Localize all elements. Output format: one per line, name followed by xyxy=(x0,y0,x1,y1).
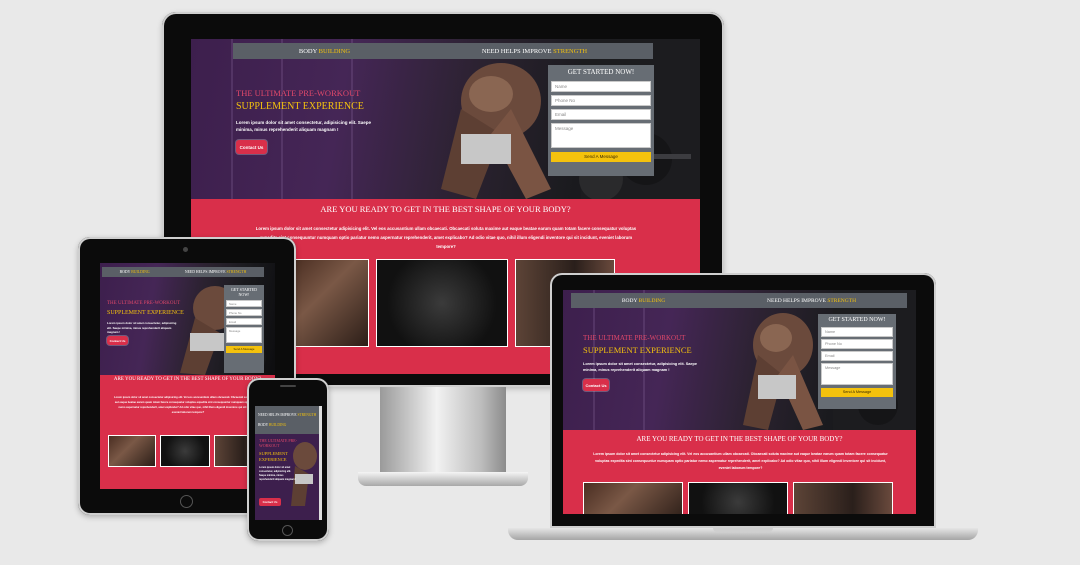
signup-form: GET STARTED NOW! Name Phone No Email Mes… xyxy=(548,65,654,176)
phone-home-button[interactable] xyxy=(282,525,293,536)
hero-subtext: Lorem ipsum dolor sit amet consectetur, … xyxy=(236,120,372,132)
top-nav: BODY BUILDING NEED HELPS IMPROVE STRENGT… xyxy=(571,293,907,308)
nav-tagline[interactable]: NEED HELPS IMPROVE STRENGTH xyxy=(258,410,319,420)
send-message-button[interactable]: Send A Message xyxy=(551,152,651,162)
hero-section: BODY BUILDING NEED HELPS IMPROVE STRENGT… xyxy=(100,263,275,375)
phone-field[interactable]: Phone No xyxy=(821,339,893,349)
nav-brand[interactable]: BODY BUILDING xyxy=(299,48,350,55)
phone-field[interactable]: Phone No xyxy=(226,309,262,316)
gallery-thumb-1[interactable] xyxy=(583,482,683,514)
gallery-thumb-2[interactable] xyxy=(160,435,210,467)
hero-headline-line1: THE ULTIMATE PRE-WORKOUT xyxy=(236,88,361,98)
hero-headline-line2: SUPPLEMENT EXPERIENCE xyxy=(107,310,184,316)
hero-headline-line1: THE ULTIMATE PRE-WORKOUT xyxy=(107,301,181,306)
hero-section: BODY BUILDING NEED HELPS IMPROVE STRENGT… xyxy=(563,290,916,430)
nav-brand[interactable]: BODY BUILDING xyxy=(622,298,665,304)
signup-form: GET STARTED NOW! Name Phone No Email Mes… xyxy=(818,314,896,409)
gallery-thumb-2[interactable] xyxy=(376,259,508,347)
form-title: GET STARTED NOW! xyxy=(828,317,886,323)
phone-field[interactable]: Phone No xyxy=(551,95,651,106)
nav-brand[interactable]: BODY BUILDING xyxy=(258,420,319,430)
laptop-notch xyxy=(713,528,773,532)
gallery-thumb-2[interactable] xyxy=(688,482,788,514)
contact-us-button[interactable]: Contact Us xyxy=(107,336,128,345)
hero-subtext: Lorem ipsum dolor sit amet consectetur, … xyxy=(259,466,297,481)
website: NEED HELPS IMPROVE STRENGTH BODY BUILDIN… xyxy=(255,406,322,520)
contact-us-button[interactable]: Contact Us xyxy=(583,379,609,391)
laptop: BODY BUILDING NEED HELPS IMPROVE STRENGT… xyxy=(508,273,978,545)
band-text: Lorem ipsum dolor sit amet consectetur a… xyxy=(114,396,262,414)
hero-headline-line2: SUPPLEMENT EXPERIENCE xyxy=(236,101,364,112)
hero-subtext: Lorem ipsum dolor sit amet consectetur, … xyxy=(107,321,177,334)
signup-form: GET STARTED NOW! Name Phone No Email Mes… xyxy=(224,285,264,373)
form-title: GET STARTED NOW! xyxy=(567,68,635,76)
message-field[interactable]: Message xyxy=(226,327,262,343)
name-field[interactable]: Name xyxy=(226,300,262,307)
contact-us-button[interactable]: Contact Us xyxy=(259,498,281,506)
top-nav: BODY BUILDING NEED HELPS IMPROVE STRENGT… xyxy=(102,267,264,277)
send-message-button[interactable]: Send A Message xyxy=(821,388,893,397)
email-field[interactable]: Email xyxy=(551,109,651,120)
send-message-button[interactable]: Send A Message xyxy=(226,346,262,353)
email-field[interactable]: Email xyxy=(821,351,893,361)
contact-us-button[interactable]: Contact Us xyxy=(236,140,267,154)
tablet-home-button[interactable] xyxy=(180,495,193,508)
top-nav: BODY BUILDING NEED HELPS IMPROVE STRENGT… xyxy=(233,43,653,59)
message-field[interactable]: Message xyxy=(551,123,651,148)
website: BODY BUILDING NEED HELPS IMPROVE STRENGT… xyxy=(563,290,916,514)
band-title: ARE YOU READY TO GET IN THE BEST SHAPE O… xyxy=(320,204,571,214)
phone-screen: NEED HELPS IMPROVE STRENGTH BODY BUILDIN… xyxy=(255,406,322,520)
scrollbar[interactable] xyxy=(319,406,322,520)
nav-tagline[interactable]: NEED HELPS IMPROVE STRENGTH xyxy=(767,298,856,304)
email-field[interactable]: Email xyxy=(226,318,262,325)
hero-headline-line1: THE ULTIMATE PRE-WORKOUT xyxy=(583,334,686,342)
tablet-camera xyxy=(183,247,188,252)
band-text: Lorem ipsum dolor sit amet consectetur a… xyxy=(593,452,888,470)
hero-headline-line1: THE ULTIMATE PRE-WORKOUT xyxy=(259,438,298,448)
nav-brand[interactable]: BODY BUILDING xyxy=(120,270,150,274)
smartphone: NEED HELPS IMPROVE STRENGTH BODY BUILDIN… xyxy=(247,378,329,541)
gallery-thumb-3[interactable] xyxy=(793,482,893,514)
gallery-thumb-1[interactable] xyxy=(108,435,156,467)
name-field[interactable]: Name xyxy=(551,81,651,92)
hero-subtext: Lorem ipsum dolor sit amet consectetur, … xyxy=(583,362,697,372)
hero-headline-line2: SUPPLEMENT EXPERIENCE xyxy=(259,451,288,462)
phone-speaker xyxy=(280,385,296,387)
name-field[interactable]: Name xyxy=(821,327,893,337)
top-nav: NEED HELPS IMPROVE STRENGTH BODY BUILDIN… xyxy=(255,406,322,434)
monitor-stand-neck xyxy=(380,387,506,475)
band-text: Lorem ipsum dolor sit amet consectetur a… xyxy=(255,226,637,249)
nav-tagline[interactable]: NEED HELPS IMPROVE STRENGTH xyxy=(482,48,587,55)
form-title: GET STARTED NOW! xyxy=(230,287,258,297)
monitor-stand-base xyxy=(358,472,528,486)
hero-section: BODY BUILDING NEED HELPS IMPROVE STRENGT… xyxy=(191,39,700,199)
laptop-screen: BODY BUILDING NEED HELPS IMPROVE STRENGT… xyxy=(563,290,916,514)
band-title: ARE YOU READY TO GET IN THE BEST SHAPE O… xyxy=(636,435,843,443)
nav-tagline[interactable]: NEED HELPS IMPROVE STRENGTH xyxy=(185,270,247,274)
gallery-thumb-1[interactable] xyxy=(291,259,369,347)
hero-headline-line2: SUPPLEMENT EXPERIENCE xyxy=(583,345,692,355)
message-field[interactable]: Message xyxy=(821,363,893,385)
